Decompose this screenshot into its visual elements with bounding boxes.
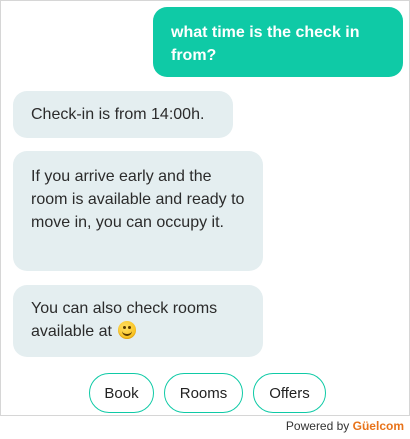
quick-replies: Book Rooms Offers bbox=[1, 373, 410, 413]
bot-message: If you arrive early and the room is avai… bbox=[13, 151, 263, 271]
quick-reply-offers[interactable]: Offers bbox=[253, 373, 326, 413]
smiling-face-icon bbox=[118, 321, 137, 339]
bot-message-text: Check-in is from 14:00h. bbox=[31, 106, 205, 123]
powered-by-label: Powered by bbox=[285, 419, 350, 433]
bot-message: Check-in is from 14:00h. bbox=[13, 91, 233, 138]
brand-link[interactable]: Güelcom bbox=[353, 419, 404, 433]
bot-message: You can also check rooms available at bbox=[13, 285, 263, 357]
powered-by-footer: Powered by Güelcom bbox=[286, 419, 404, 433]
quick-reply-book[interactable]: Book bbox=[89, 373, 154, 413]
chat-window: what time is the check in from? Check-in… bbox=[0, 0, 410, 416]
user-message: what time is the check in from? bbox=[153, 7, 403, 77]
quick-reply-rooms[interactable]: Rooms bbox=[164, 373, 243, 413]
user-message-text: what time is the check in from? bbox=[171, 24, 360, 64]
bot-message-text: If you arrive early and the room is avai… bbox=[31, 168, 245, 231]
